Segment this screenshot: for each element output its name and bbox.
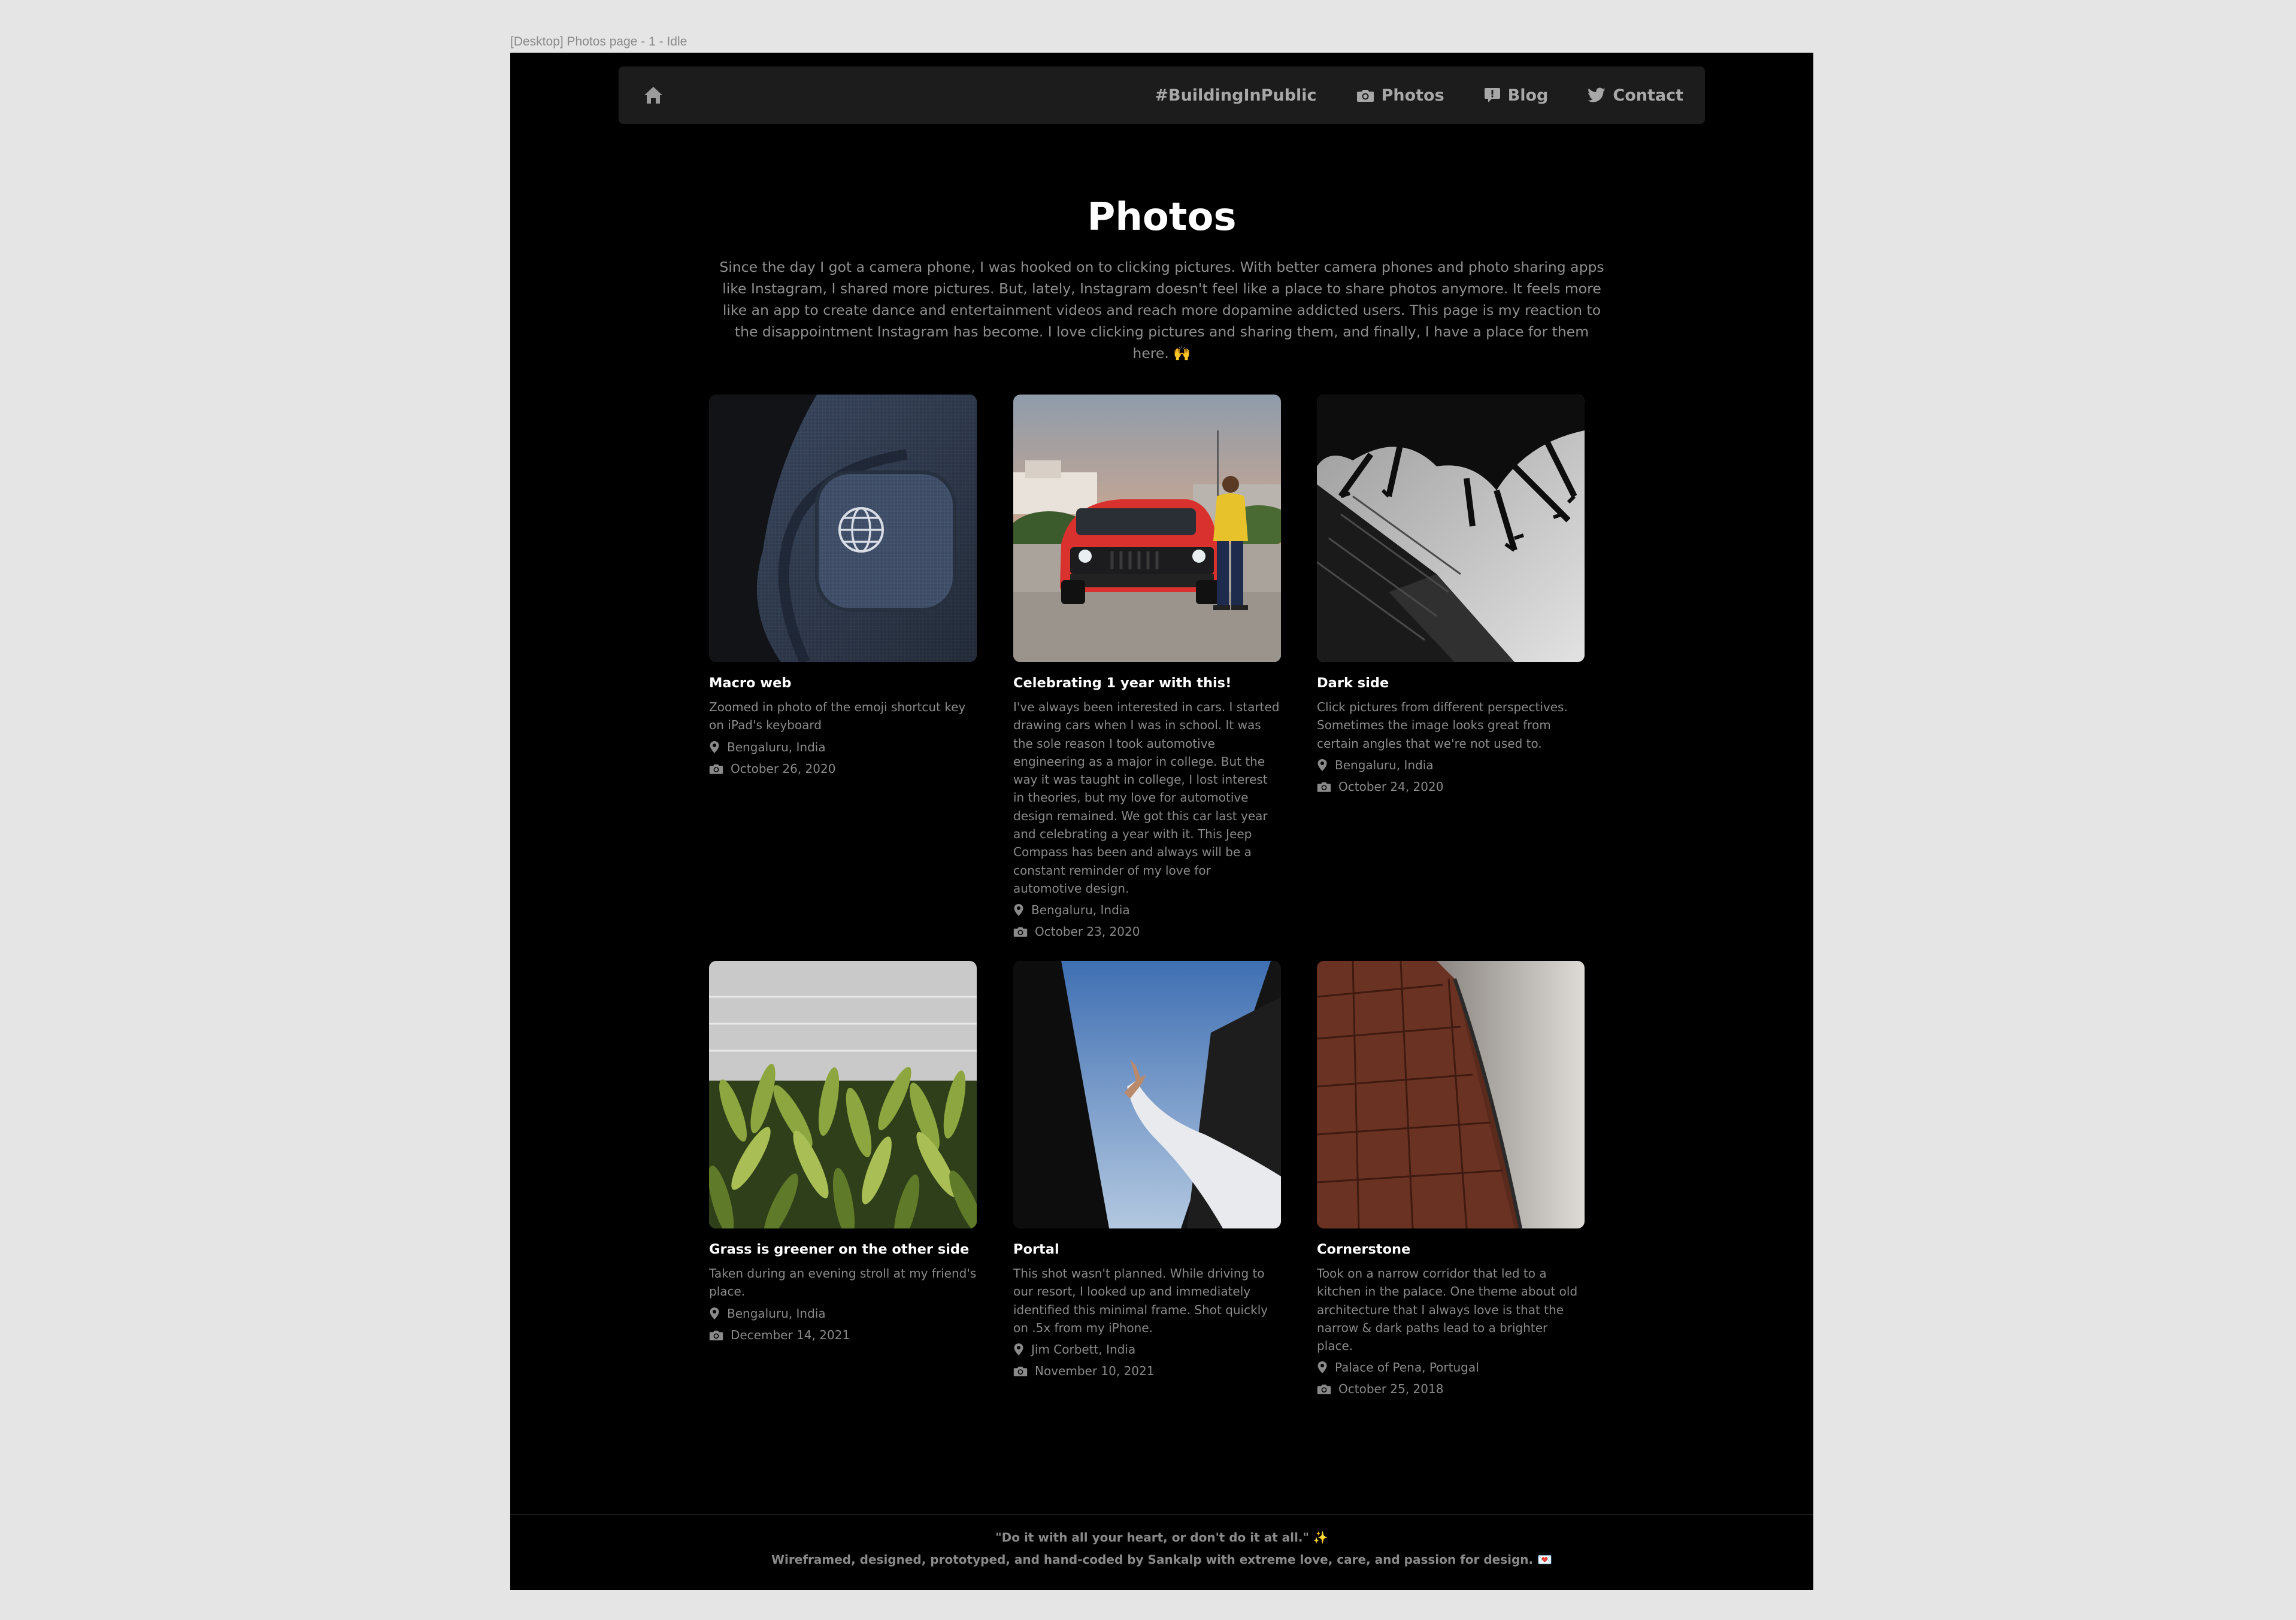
photo-date: October 25, 2018 xyxy=(1317,1380,1585,1398)
photo-description: This shot wasn't planned. While driving … xyxy=(1013,1266,1268,1335)
top-nav: #BuildingInPublic Photos Blog Contact xyxy=(619,66,1705,124)
location-pin-icon xyxy=(1317,1361,1327,1374)
photo-title: Portal xyxy=(1013,1242,1059,1257)
photo-card[interactable]: Macro web Zoomed in photo of the emoji s… xyxy=(709,395,977,778)
footer-quote: "Do it with all your heart, or don't do … xyxy=(995,1530,1328,1545)
photo-location: Bengaluru, India xyxy=(709,738,977,756)
photo-location: Jim Corbett, India xyxy=(1013,1340,1281,1358)
camera-icon xyxy=(1317,1385,1331,1395)
camera-icon xyxy=(1317,782,1331,792)
photo-date-text: October 25, 2018 xyxy=(1338,1382,1444,1397)
photo-card[interactable]: Grass is greener on the other side Taken… xyxy=(709,961,977,1344)
camera-icon xyxy=(1013,927,1028,938)
photo-date-text: October 26, 2020 xyxy=(731,761,836,776)
photo-card[interactable]: Cornerstone Took on a narrow corridor th… xyxy=(1317,961,1585,1398)
photo-location-text: Jim Corbett, India xyxy=(1031,1342,1136,1357)
nav-link-label: Contact xyxy=(1613,86,1683,105)
home-icon[interactable] xyxy=(643,84,664,106)
twitter-icon xyxy=(1588,87,1606,102)
camera-icon xyxy=(709,1330,723,1340)
photo-title: Dark side xyxy=(1317,675,1389,691)
location-pin-icon xyxy=(710,1307,719,1319)
photo-description: Took on a narrow corridor that led to a … xyxy=(1317,1266,1578,1354)
frame-label: [Desktop] Photos page - 1 - Idle xyxy=(510,35,687,48)
photo-date-text: October 23, 2020 xyxy=(1035,924,1140,939)
photo-date-text: November 10, 2021 xyxy=(1035,1364,1155,1379)
footer-credit: Wireframed, designed, prototyped, and ha… xyxy=(771,1552,1552,1567)
photo-card[interactable]: Celebrating 1 year with this! I've alway… xyxy=(1013,395,1281,941)
nav-link-label: Photos xyxy=(1381,86,1444,105)
photo-date-text: October 24, 2020 xyxy=(1338,779,1444,794)
photo-macro-web[interactable] xyxy=(709,395,977,662)
photo-card[interactable]: Dark side Click pictures from different … xyxy=(1317,395,1585,796)
location-pin-icon xyxy=(1014,904,1023,917)
photo-location-text: Bengaluru, India xyxy=(1335,757,1434,772)
photo-cornerstone[interactable] xyxy=(1317,961,1585,1228)
page-title: Photos xyxy=(1087,195,1237,239)
photo-title: Cornerstone xyxy=(1317,1242,1411,1257)
photo-description: I've always been interested in cars. I s… xyxy=(1013,700,1280,896)
footer-divider xyxy=(510,1514,1813,1515)
photo-card[interactable]: Portal This shot wasn't planned. While d… xyxy=(1013,961,1281,1380)
photo-date: October 26, 2020 xyxy=(709,760,977,778)
photo-location: Bengaluru, India xyxy=(1013,901,1281,919)
photo-date: October 23, 2020 xyxy=(1013,923,1281,941)
photo-portal[interactable] xyxy=(1013,961,1281,1228)
photo-title: Grass is greener on the other side xyxy=(709,1242,970,1257)
chat-bubble-icon xyxy=(1484,88,1500,102)
page: #BuildingInPublic Photos Blog Contact Ph… xyxy=(510,53,1813,1590)
camera-icon xyxy=(1013,1366,1028,1376)
nav-link-label: #BuildingInPublic xyxy=(1155,86,1317,105)
photo-location-text: Bengaluru, India xyxy=(727,1306,826,1321)
photo-dark-side[interactable] xyxy=(1317,395,1585,662)
nav-link-contact[interactable]: Contact xyxy=(1588,86,1683,105)
photo-location: Bengaluru, India xyxy=(709,1305,977,1322)
nav-link-blog[interactable]: Blog xyxy=(1484,86,1549,105)
location-pin-icon xyxy=(1014,1343,1023,1356)
photo-date-text: December 14, 2021 xyxy=(731,1327,850,1342)
photo-celebrating-car[interactable] xyxy=(1013,395,1281,662)
photo-location-text: Bengaluru, India xyxy=(1031,903,1130,918)
photo-date: October 24, 2020 xyxy=(1317,778,1585,796)
photo-location-text: Palace of Pena, Portugal xyxy=(1335,1360,1479,1375)
photo-location: Palace of Pena, Portugal xyxy=(1317,1358,1585,1376)
camera-icon xyxy=(709,764,723,774)
page-intro: Since the day I got a camera phone, I wa… xyxy=(719,259,1604,362)
photo-title: Macro web xyxy=(709,675,792,691)
photo-title: Celebrating 1 year with this! xyxy=(1013,675,1232,691)
photo-location: Bengaluru, India xyxy=(1317,756,1585,774)
nav-link-photos[interactable]: Photos xyxy=(1356,86,1444,105)
photo-location-text: Bengaluru, India xyxy=(727,739,826,754)
nav-link-building-in-public[interactable]: #BuildingInPublic xyxy=(1155,86,1316,105)
location-pin-icon xyxy=(710,741,719,753)
nav-link-label: Blog xyxy=(1507,86,1549,105)
photo-description: Zoomed in photo of the emoji shortcut ke… xyxy=(709,700,966,733)
camera-icon xyxy=(1356,90,1374,102)
photo-date: December 14, 2021 xyxy=(709,1326,977,1344)
photo-description: Click pictures from different perspectiv… xyxy=(1317,700,1568,751)
photo-description: Taken during an evening stroll at my fri… xyxy=(709,1266,977,1299)
location-pin-icon xyxy=(1317,759,1327,771)
photo-date: November 10, 2021 xyxy=(1013,1362,1281,1380)
photo-grass-greener[interactable] xyxy=(709,961,977,1228)
nav-links: #BuildingInPublic Photos Blog Contact xyxy=(1115,86,1683,105)
